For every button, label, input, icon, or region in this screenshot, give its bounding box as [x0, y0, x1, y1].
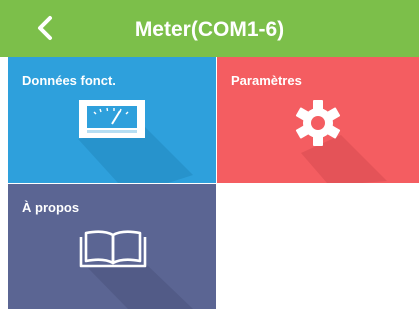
open-book-icon: [79, 230, 147, 268]
tile-label: Paramètres: [231, 73, 302, 88]
meter-gauge-icon: [79, 100, 145, 138]
tile-operating-data[interactable]: Données fonct.: [8, 57, 216, 183]
tile-label: À propos: [22, 200, 80, 215]
page-title: Meter(COM1-6): [134, 18, 285, 41]
tile-label: Données fonct.: [22, 73, 116, 88]
app-header: Meter(COM1-6): [0, 0, 419, 57]
gear-icon: [295, 100, 341, 146]
tile-about[interactable]: À propos: [8, 184, 216, 309]
tile-settings[interactable]: Paramètres: [217, 57, 419, 183]
